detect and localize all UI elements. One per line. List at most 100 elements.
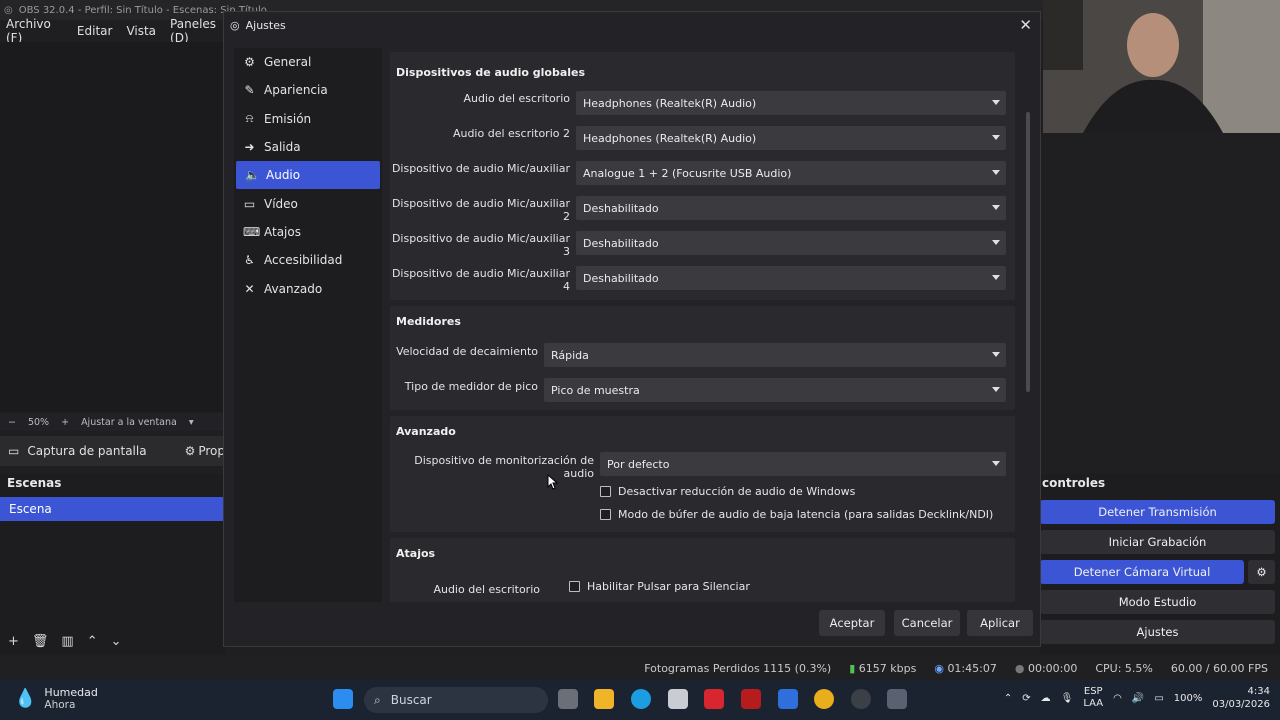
zoom-fit-label[interactable]: Ajustar a la ventana (81, 417, 177, 428)
store-icon[interactable] (668, 689, 688, 709)
obs-logo-icon: ◎ (230, 18, 240, 32)
controls-header: controles (1042, 476, 1106, 490)
chevron-down-icon (992, 387, 1000, 392)
menu-editar[interactable]: Editar (77, 24, 113, 38)
settings-content: Dispositivos de audio globales Audio del… (390, 48, 1026, 602)
gear-icon: ⚙ (184, 444, 196, 458)
nav-item-audio[interactable]: 🔈 Audio (236, 161, 380, 190)
chevron-down-icon (992, 135, 1000, 140)
mic-aux-3-select[interactable]: Deshabilitado (576, 231, 1006, 255)
weather-widget[interactable]: 💧 Humedad Ahora (14, 686, 98, 711)
brush-icon: ✎ (244, 83, 255, 98)
decay-rate-select[interactable]: Rápida (544, 343, 1006, 367)
desktop-audio-2-label: Audio del escritorio 2 (452, 127, 570, 140)
nav-item-advanced[interactable]: ✕ Avanzado (234, 274, 382, 302)
settings-button[interactable]: Ajustes (1040, 620, 1275, 644)
trash-icon[interactable]: 🗑 (32, 634, 49, 649)
disable-ducking-checkbox[interactable]: Desactivar reducción de audio de Windows (600, 485, 855, 498)
desktop-audio-select[interactable]: Headphones (Realtek(R) Audio) (576, 91, 1006, 115)
group-meters: Medidores Velocidad de decaimiento Rápid… (390, 306, 1015, 410)
file-explorer-icon[interactable] (594, 689, 614, 709)
cloud-icon[interactable]: ☁ (1041, 693, 1051, 704)
group-title-advanced: Avanzado (396, 425, 456, 438)
start-recording-button[interactable]: Iniciar Grabación (1040, 530, 1275, 554)
nav-item-general[interactable]: ⚙ General (234, 48, 382, 76)
decay-rate-label: Velocidad de decaimiento (396, 345, 538, 358)
wifi-icon[interactable]: ◠ (1113, 693, 1122, 704)
nav-item-stream[interactable]: ⍾ Emisión (234, 105, 382, 133)
push-to-mute-checkbox[interactable]: Habilitar Pulsar para Silenciar (569, 580, 750, 593)
accessibility-icon: ♿ (244, 253, 255, 268)
dropped-frames: Fotogramas Perdidos 1115 (0.3%) (644, 661, 832, 675)
menu-vista[interactable]: Vista (126, 24, 156, 38)
chevron-up-icon[interactable]: ⌃ (87, 634, 98, 649)
sync-icon[interactable]: ⟳ (1022, 693, 1030, 704)
group-advanced: Avanzado Dispositivo de monitorización d… (390, 416, 1015, 532)
settings-nav: ⚙ General ✎ Apariencia ⍾ Emisión ➜ Salida 🔈 A… (234, 48, 382, 602)
scene-item[interactable]: Escena (0, 497, 224, 521)
nav-item-video[interactable]: ▭ Vídeo (234, 189, 382, 217)
stop-streaming-button[interactable]: Detener Transmisión (1040, 500, 1275, 524)
settings-dialog: ◎ Ajustes ✕ ⚙ General ✎ Apariencia ⍾ Emisió… (223, 11, 1041, 647)
language-indicator[interactable]: ESP LAA (1083, 686, 1103, 710)
microphone-icon[interactable]: 🎙 (1061, 693, 1074, 704)
stream-time: ◉ 01:45:07 (934, 661, 997, 675)
close-icon[interactable]: ✕ (1019, 16, 1032, 34)
nav-item-accessibility[interactable]: ♿ Accesibilidad (234, 246, 382, 274)
scenes-panel: Escenas Escena + 🗑 ▥ ⌃ ⌄ (0, 474, 226, 654)
checkbox-box[interactable] (569, 581, 580, 592)
chevron-down-icon[interactable]: ▾ (189, 417, 194, 428)
clock[interactable]: 4:34 03/03/2026 (1212, 685, 1270, 711)
mcafee-icon[interactable] (741, 689, 761, 709)
menu-paneles[interactable]: Paneles (D) (170, 17, 230, 45)
content-scrollbar[interactable] (1026, 112, 1030, 392)
stop-virtual-camera-button[interactable]: Detener Cámara Virtual (1040, 560, 1244, 584)
source-name: Captura de pantalla (27, 444, 147, 458)
chevron-up-icon[interactable]: ⌃ (1004, 693, 1012, 704)
low-latency-buffer-checkbox[interactable]: Modo de búfer de audio de baja latencia … (600, 508, 993, 521)
obs-taskbar-icon[interactable] (851, 689, 871, 709)
peak-meter-type-select[interactable]: Pico de muestra (544, 378, 1006, 402)
app-red-icon[interactable] (704, 689, 724, 709)
chevron-down-icon[interactable]: ⌄ (111, 634, 122, 649)
nav-item-output[interactable]: ➜ Salida (234, 133, 382, 161)
desktop-audio-2-select[interactable]: Headphones (Realtek(R) Audio) (576, 126, 1006, 150)
monitoring-device-select[interactable]: Por defecto (600, 452, 1006, 476)
obs-preview-area[interactable] (0, 42, 225, 412)
ok-button[interactable]: Aceptar (819, 610, 885, 636)
battery-icon[interactable]: ▭ (1154, 693, 1163, 704)
outlook-icon[interactable] (778, 689, 798, 709)
zoom-in-button[interactable]: + (61, 417, 69, 428)
menu-archivo[interactable]: Archivo (F) (6, 17, 63, 45)
scenes-toolbar: + 🗑 ▥ ⌃ ⌄ (0, 630, 122, 652)
checkbox-box[interactable] (600, 486, 611, 497)
mic-aux-select[interactable]: Analogue 1 + 2 (Focusrite USB Audio) (576, 161, 1006, 185)
checkbox-box[interactable] (600, 509, 611, 520)
cancel-button[interactable]: Cancelar (894, 610, 960, 636)
obs-menu-bar: Archivo (F) Editar Vista Paneles (D) (0, 17, 230, 45)
gear-icon: ⚙ (244, 55, 255, 70)
settings-taskbar-icon[interactable] (887, 689, 907, 709)
mic-aux-2-select[interactable]: Deshabilitado (576, 196, 1006, 220)
zoom-out-button[interactable]: − (8, 417, 16, 428)
volume-icon[interactable]: 🔊 (1132, 693, 1144, 704)
properties-button[interactable]: ⚙ Prop (185, 444, 225, 458)
controls-panel: controles Detener Transmisión Iniciar Gr… (1040, 474, 1280, 654)
mic-aux-4-select[interactable]: Deshabilitado (576, 266, 1006, 290)
nav-item-appearance[interactable]: ✎ Apariencia (234, 76, 382, 104)
task-view-icon[interactable] (558, 689, 578, 709)
chrome-icon[interactable] (814, 689, 834, 709)
studio-mode-button[interactable]: Modo Estudio (1040, 590, 1275, 614)
apply-button[interactable]: Aplicar (967, 610, 1033, 636)
virtual-camera-gear-icon[interactable]: ⚙ (1248, 560, 1275, 584)
antenna-icon: ⍾ (245, 111, 254, 126)
edge-icon[interactable] (631, 689, 651, 709)
windows-start-icon[interactable] (333, 689, 353, 709)
hotkey-desktop-audio-label: Audio del escritorio (433, 583, 540, 596)
add-icon[interactable]: + (8, 634, 19, 649)
filter-icon[interactable]: ▥ (61, 634, 73, 649)
group-title-hotkeys: Atajos (396, 547, 436, 560)
nav-item-hotkeys[interactable]: ⌨ Atajos (234, 218, 382, 246)
taskbar-search[interactable]: ⌕ Buscar (364, 687, 548, 713)
tools-icon: ✕ (244, 281, 255, 296)
